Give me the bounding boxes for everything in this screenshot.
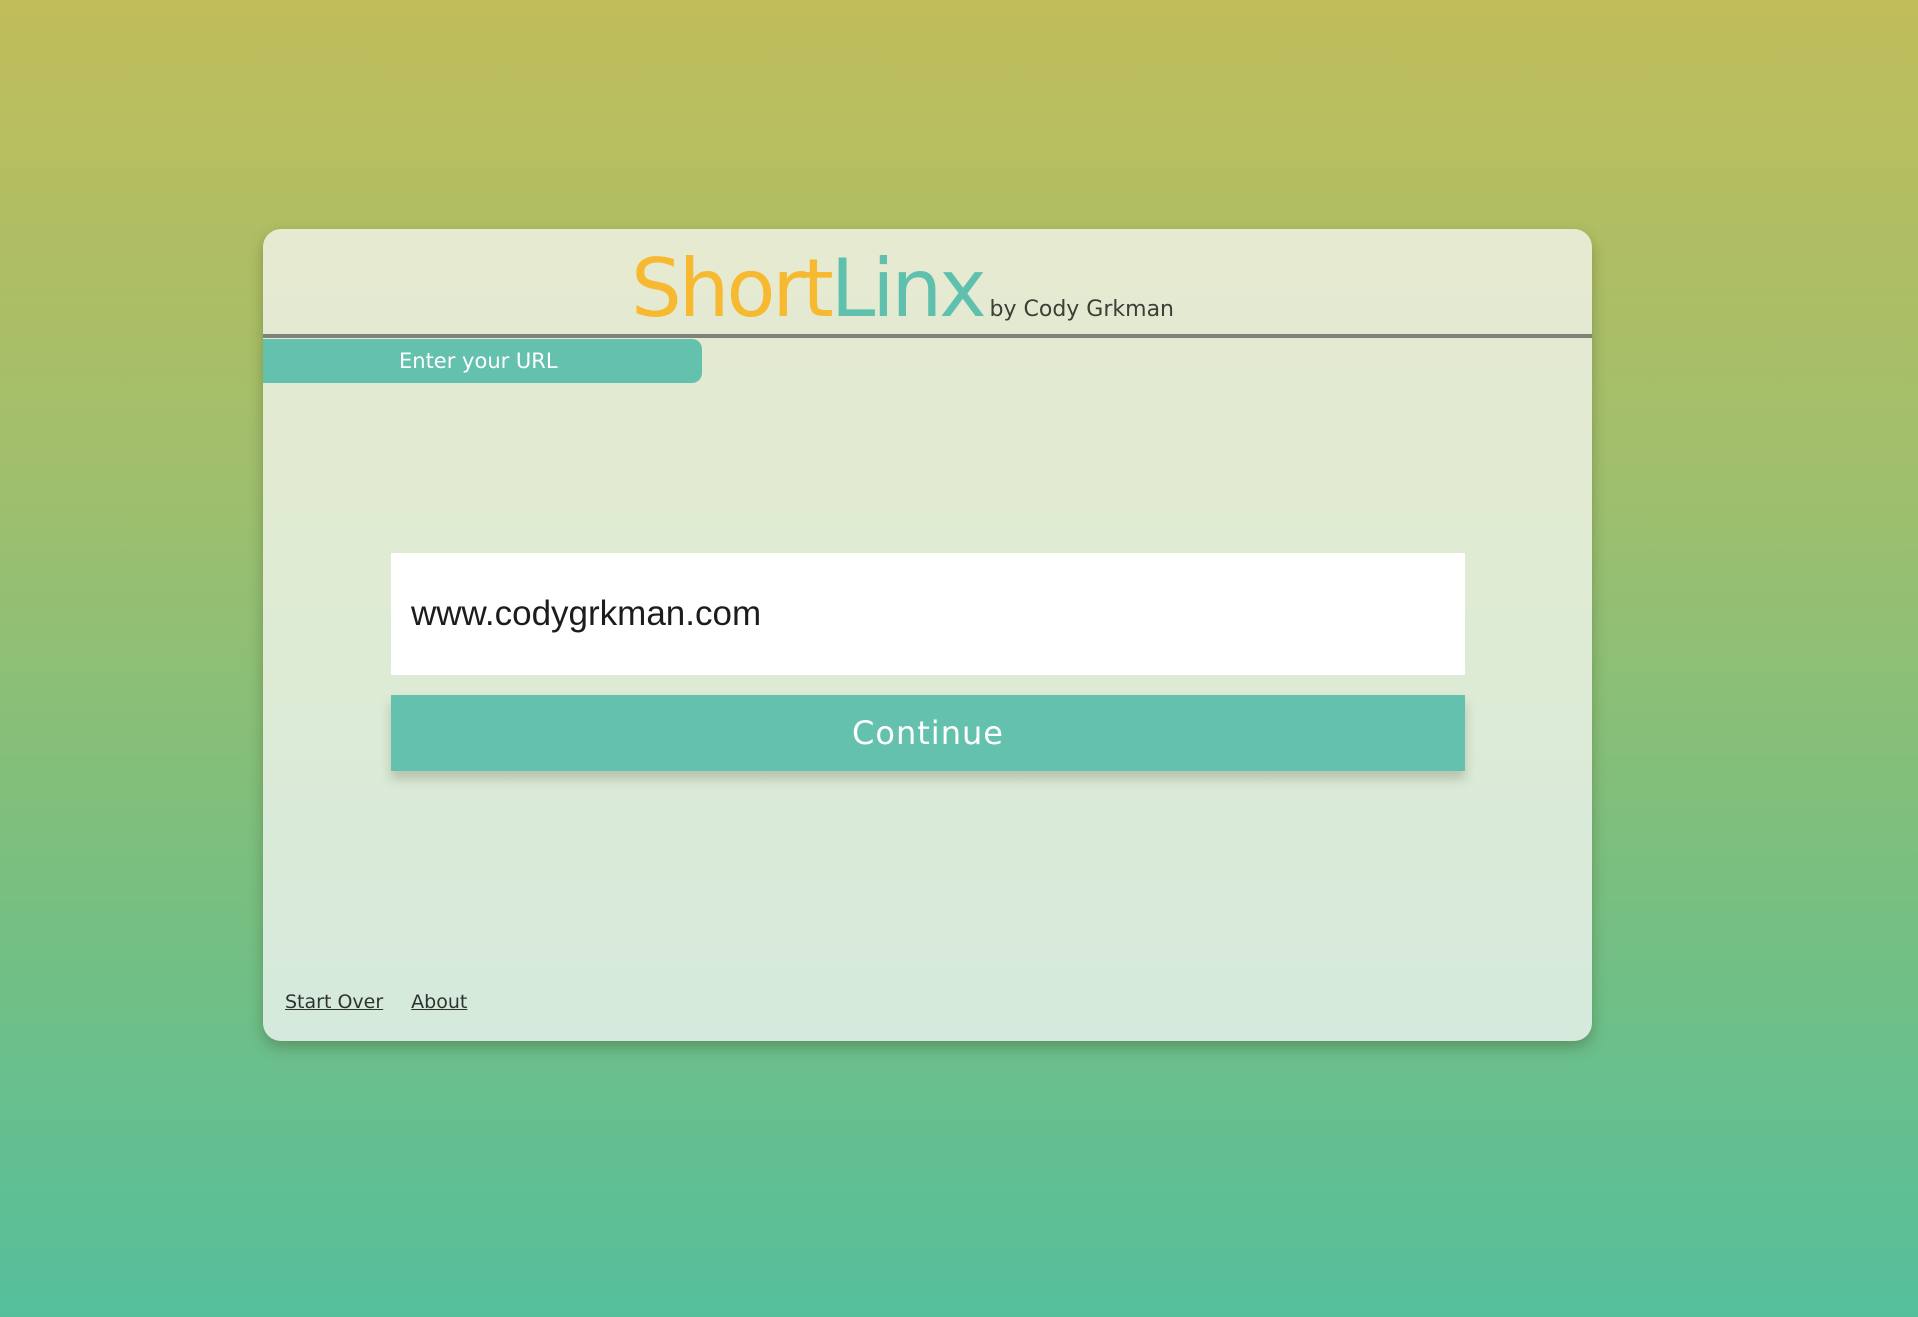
brand: ShortLinx by Cody Grkman xyxy=(631,241,1174,337)
footer-links: Start Over About xyxy=(285,991,467,1013)
url-input[interactable] xyxy=(391,553,1465,675)
step-label-tab: Enter your URL xyxy=(263,339,702,383)
continue-button[interactable]: Continue xyxy=(391,695,1465,771)
logo-short-text: Short xyxy=(631,242,834,335)
about-link[interactable]: About xyxy=(411,991,467,1013)
header: ShortLinx by Cody Grkman xyxy=(263,229,1592,338)
main-card: ShortLinx by Cody Grkman Enter your URL … xyxy=(263,229,1592,1041)
byline: by Cody Grkman xyxy=(989,297,1174,322)
start-over-link[interactable]: Start Over xyxy=(285,991,383,1013)
logo: ShortLinx xyxy=(631,241,987,337)
logo-linx-text: Linx xyxy=(830,242,987,335)
